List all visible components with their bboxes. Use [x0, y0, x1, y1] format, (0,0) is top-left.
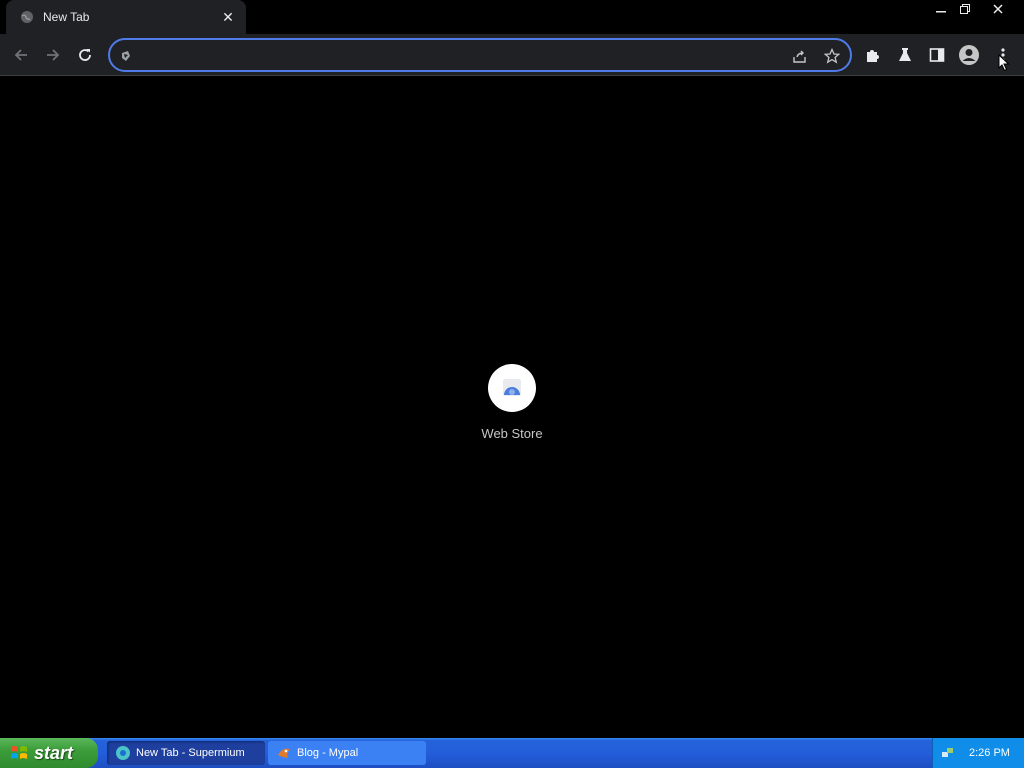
- profile-button[interactable]: [954, 40, 984, 70]
- tab-title: New Tab: [43, 10, 90, 24]
- taskbar-item-label: New Tab - Supermium: [136, 747, 245, 759]
- taskbar-item-label: Blog - Mypal: [297, 747, 359, 759]
- reload-button[interactable]: [70, 40, 100, 70]
- reload-icon: [79, 49, 91, 61]
- flask-icon: [899, 48, 911, 61]
- restore-icon: [960, 4, 970, 14]
- tab-close-icon[interactable]: ✕: [220, 9, 236, 25]
- taskbar: start New Tab - Supermium Blog - Mypal 2…: [0, 738, 1024, 768]
- tab-new-tab[interactable]: New Tab ✕: [6, 0, 246, 34]
- avatar-icon: [959, 45, 979, 65]
- system-tray: 2:26 PM: [932, 738, 1024, 768]
- network-icon[interactable]: [941, 746, 955, 760]
- mypal-icon: [278, 748, 290, 758]
- mouse-cursor-icon: [998, 54, 1010, 72]
- close-icon: [993, 4, 1003, 14]
- clock: 2:26 PM: [969, 747, 1010, 759]
- search-engine-icon: [116, 46, 136, 66]
- share-icon[interactable]: [790, 46, 810, 66]
- bookmark-star-icon[interactable]: [822, 46, 842, 66]
- forward-button[interactable]: [38, 40, 68, 70]
- restore-button[interactable]: [950, 0, 980, 18]
- tab-strip: New Tab ✕: [0, 0, 1024, 34]
- globe-icon: [21, 11, 33, 23]
- taskbar-item-supermium[interactable]: New Tab - Supermium: [107, 741, 265, 765]
- side-panel-icon: [929, 48, 945, 62]
- puzzle-icon: [867, 50, 879, 62]
- close-window-button[interactable]: [982, 0, 1014, 18]
- address-input[interactable]: [142, 45, 786, 67]
- supermium-icon: [116, 746, 130, 760]
- start-button[interactable]: start: [0, 738, 98, 768]
- side-panel-button[interactable]: [922, 40, 952, 70]
- browser-toolbar: [0, 34, 1024, 76]
- back-button[interactable]: [6, 40, 36, 70]
- minimize-icon: [936, 11, 946, 13]
- forward-arrow-icon: [47, 49, 60, 61]
- shortcut-web-store[interactable]: Web Store: [472, 362, 552, 446]
- extensions-button[interactable]: [858, 40, 888, 70]
- shortcut-label: Web Store: [481, 426, 543, 441]
- labs-button[interactable]: [890, 40, 920, 70]
- omnibox[interactable]: [108, 38, 852, 72]
- taskbar-item-mypal[interactable]: Blog - Mypal: [268, 741, 426, 765]
- web-store-icon: [488, 364, 536, 412]
- windows-logo-icon: [11, 746, 27, 759]
- start-label: start: [34, 742, 74, 763]
- back-arrow-icon: [14, 49, 27, 61]
